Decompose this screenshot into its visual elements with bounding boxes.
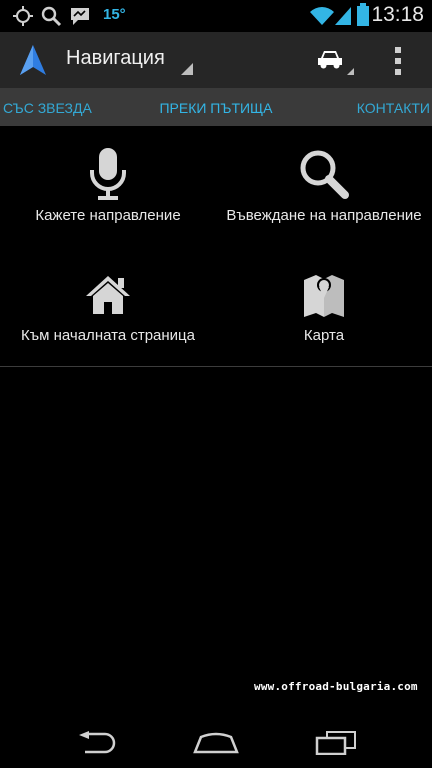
- action-bar: Навигация: [0, 32, 432, 88]
- search-icon: [40, 5, 62, 32]
- map-label: Карта: [303, 327, 345, 344]
- temperature-label: 15°: [103, 6, 126, 23]
- map-icon: [216, 272, 432, 318]
- wifi-icon: [309, 4, 335, 31]
- watermark: www.offroad-bulgaria.com: [254, 680, 418, 693]
- microphone-icon: [0, 146, 216, 202]
- map-button[interactable]: Карта: [216, 246, 432, 366]
- car-icon: [317, 49, 343, 74]
- speak-destination-label: Кажете направление: [35, 207, 181, 224]
- navigation-bar: [0, 718, 432, 768]
- type-destination-button[interactable]: Въвеждане на направление: [216, 126, 432, 246]
- status-bar: 15° 13:18: [0, 0, 432, 32]
- recent-apps-icon[interactable]: [306, 726, 366, 760]
- go-home-label: Към началната страница: [21, 327, 195, 344]
- type-destination-label: Въвеждане на направление: [226, 207, 422, 224]
- app-title[interactable]: Навигация: [66, 47, 165, 70]
- go-home-button[interactable]: Към началната страница: [0, 246, 216, 366]
- home-icon: [0, 274, 216, 316]
- travel-mode-button[interactable]: [312, 43, 358, 77]
- battery-icon: [356, 3, 370, 32]
- navigation-arrow-icon[interactable]: [18, 44, 48, 81]
- screen: 15° 13:18 Навигация ПРЕКИ ПЪТИЩА СЪС ЗВЕ…: [0, 0, 432, 768]
- divider: [0, 366, 432, 367]
- home-icon[interactable]: [186, 726, 246, 760]
- tab-strip: ПРЕКИ ПЪТИЩА СЪС ЗВЕЗДА КОНТАКТИ: [0, 88, 432, 126]
- signal-icon: [334, 4, 352, 31]
- tab-contacts[interactable]: КОНТАКТИ: [357, 100, 430, 116]
- talk-icon: [69, 5, 91, 32]
- clock: 13:18: [371, 3, 424, 26]
- overflow-menu-icon[interactable]: [384, 44, 412, 78]
- travel-mode-dropdown-indicator: [347, 68, 354, 75]
- shortcuts-grid: Кажете направление Въвеждане на направле…: [0, 126, 432, 366]
- title-dropdown-indicator: [181, 63, 193, 75]
- speak-destination-button[interactable]: Кажете направление: [0, 126, 216, 246]
- gps-icon: [12, 5, 34, 32]
- tab-starred[interactable]: СЪС ЗВЕЗДА: [3, 100, 92, 116]
- back-icon[interactable]: [66, 726, 126, 760]
- search-icon: [216, 146, 432, 202]
